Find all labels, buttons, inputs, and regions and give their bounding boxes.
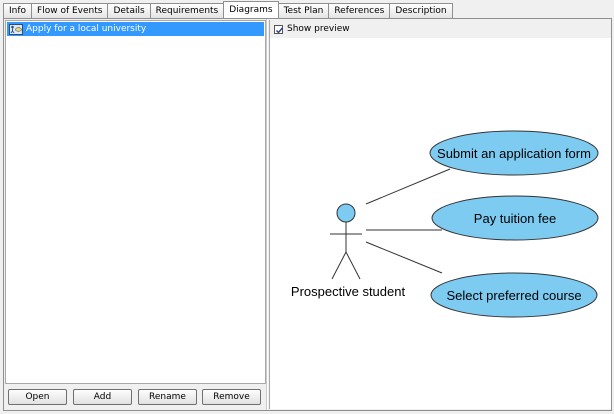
use-case-diagram-icon [9,23,23,35]
tab-description[interactable]: Description [389,3,453,18]
use-case-label: Pay tuition fee [474,211,556,226]
splitter[interactable] [266,19,268,410]
tab-requirements[interactable]: Requirements [149,3,225,18]
tab-diagrams[interactable]: Diagrams [223,1,279,18]
use-case-label: Select preferred course [446,288,581,303]
use-case-diagram-preview: Prospective student Submit an applicatio… [291,130,599,318]
use-case-label: Submit an application form [437,146,591,161]
show-preview-label: Show preview [287,24,350,34]
actor-label: Prospective student [291,284,406,299]
open-button[interactable]: Open [8,389,67,405]
tab-test-plan[interactable]: Test Plan [277,3,330,18]
tab-content-panel: Apply for a local university Open Add Re… [3,18,612,411]
tab-info[interactable]: Info [3,3,33,18]
rename-button[interactable]: Rename [138,389,197,405]
tab-details[interactable]: Details [107,3,151,18]
list-button-bar: Open Add Rename Remove [5,387,266,409]
preview-panel: Show preview Prospective student Submit … [269,20,611,409]
diagram-list[interactable]: Apply for a local university [5,20,266,384]
use-case-submit-application[interactable]: Submit an application form [429,130,599,176]
tab-bar: Info Flow of Events Details Requirements… [3,1,453,18]
association-line [365,168,451,205]
tab-flow-of-events[interactable]: Flow of Events [31,3,109,18]
actor-figure[interactable] [330,203,362,280]
use-case-pay-tuition[interactable]: Pay tuition fee [431,195,599,241]
association-line [365,241,443,274]
list-item-label: Apply for a local university [26,24,147,34]
add-button[interactable]: Add [73,389,132,405]
preview-toolbar: Show preview [270,20,611,38]
tab-references[interactable]: References [328,3,391,18]
remove-button[interactable]: Remove [202,389,261,405]
list-item[interactable]: Apply for a local university [7,22,264,36]
use-case-select-course[interactable]: Select preferred course [430,272,598,318]
show-preview-checkbox[interactable] [274,24,284,34]
